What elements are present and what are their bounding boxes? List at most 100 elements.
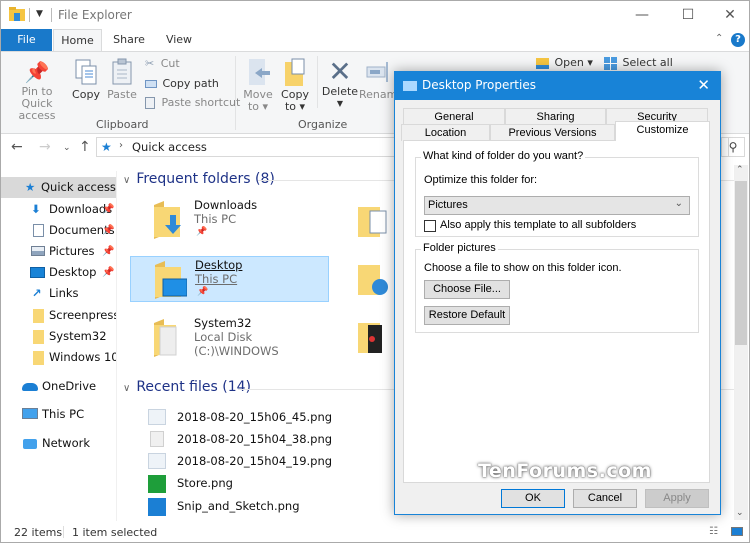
move-to-icon bbox=[249, 59, 270, 85]
delete-button[interactable]: ✕ Delete ▼ bbox=[321, 58, 359, 110]
ribbon-tabs: File Home Share View bbox=[1, 29, 749, 51]
open-folder-icon bbox=[536, 57, 549, 69]
sidebar-item-this-pc[interactable]: This PC bbox=[1, 404, 116, 425]
dialog-close-button[interactable]: ✕ bbox=[697, 76, 710, 94]
sidebar-item-system32[interactable]: System32 bbox=[1, 326, 116, 347]
optimize-label: Optimize this folder for: bbox=[424, 174, 538, 186]
tab-sharing[interactable]: Sharing bbox=[505, 108, 606, 125]
delete-icon: ✕ bbox=[328, 55, 352, 88]
sidebar-item-links[interactable]: ↗ Links bbox=[1, 283, 116, 304]
frequent-folder-system32[interactable]: System32 Local Disk (C:)\WINDOWS bbox=[130, 315, 329, 361]
sidebar-item-desktop[interactable]: Desktop 📌 bbox=[1, 262, 116, 283]
frequent-folder-desktop[interactable]: Desktop This PC 📌 bbox=[130, 256, 329, 302]
pin-to-quick-access-button[interactable]: 📌 Pin to Quick access bbox=[5, 58, 69, 122]
minimize-button[interactable]: — bbox=[619, 1, 665, 29]
search-icon[interactable]: ⚲ bbox=[721, 137, 745, 157]
cut-button[interactable]: ✂ Cut bbox=[145, 57, 180, 70]
separator bbox=[51, 8, 52, 22]
back-button[interactable]: ← bbox=[11, 139, 23, 155]
recent-locations-button[interactable]: ⌄ bbox=[63, 143, 71, 153]
folder-icon[interactable] bbox=[358, 319, 388, 355]
copy-button[interactable]: Copy bbox=[69, 58, 103, 101]
forward-button[interactable]: → bbox=[39, 139, 51, 155]
documents-folder-icon[interactable] bbox=[358, 203, 388, 239]
apply-subfolders-checkbox[interactable] bbox=[424, 220, 436, 232]
folder-type-group: What kind of folder do you want? Optimiz… bbox=[415, 150, 699, 237]
scroll-down-icon[interactable]: ⌄ bbox=[736, 508, 744, 518]
tab-share[interactable]: Share bbox=[107, 29, 151, 51]
sidebar-item-network[interactable]: Network bbox=[1, 433, 116, 454]
ok-button[interactable]: OK bbox=[501, 489, 565, 508]
vertical-scrollbar[interactable]: ⌃ ⌄ bbox=[734, 165, 748, 520]
group-separator bbox=[235, 56, 236, 130]
restore-default-button[interactable]: Restore Default bbox=[424, 306, 510, 325]
links-folder-icon[interactable] bbox=[358, 261, 388, 297]
large-icons-view-icon[interactable] bbox=[731, 527, 743, 536]
star-icon: ★ bbox=[25, 180, 36, 194]
recent-file[interactable]: 2018-08-20_15h04_19.png bbox=[148, 451, 398, 472]
window-title: File Explorer bbox=[58, 8, 132, 22]
desktop-icon bbox=[403, 81, 417, 91]
tab-general[interactable]: General bbox=[403, 108, 505, 125]
recent-file[interactable]: Store.png bbox=[148, 473, 398, 494]
tab-customize[interactable]: Customize bbox=[615, 121, 710, 141]
copy-path-button[interactable]: Copy path bbox=[145, 77, 219, 90]
pin-icon: 📌 bbox=[102, 225, 115, 236]
copy-to-button[interactable]: Copy to ▾ bbox=[278, 58, 312, 113]
apply-button[interactable]: Apply bbox=[645, 489, 709, 508]
snip-and-sketch-icon bbox=[148, 498, 166, 516]
maximize-button[interactable]: ☐ bbox=[665, 1, 711, 29]
close-button[interactable]: ✕ bbox=[707, 1, 750, 29]
paste-shortcut-icon bbox=[145, 97, 155, 109]
cancel-button[interactable]: Cancel bbox=[573, 489, 637, 508]
pictures-icon bbox=[31, 246, 45, 256]
sidebar-item-onedrive[interactable]: OneDrive bbox=[1, 376, 116, 397]
optimize-folder-dropdown[interactable]: Pictures ⌄ bbox=[424, 196, 690, 215]
frequent-folder-downloads[interactable]: Downloads This PC 📌 bbox=[130, 197, 329, 243]
customize-panel: What kind of folder do you want? Optimiz… bbox=[403, 140, 710, 483]
breadcrumb-quick-access[interactable]: Quick access bbox=[132, 140, 207, 154]
link-icon: ↗ bbox=[32, 286, 42, 300]
tab-file[interactable]: File bbox=[1, 29, 52, 51]
paste-shortcut-button[interactable]: Paste shortcut bbox=[145, 96, 240, 109]
sidebar-item-documents[interactable]: Documents 📌 bbox=[1, 220, 116, 241]
apply-subfolders-label[interactable]: Also apply this template to all subfolde… bbox=[440, 219, 636, 231]
paste-icon bbox=[112, 58, 132, 85]
sidebar-item-windows-10[interactable]: Windows 10 P bbox=[1, 347, 116, 368]
help-icon[interactable]: ? bbox=[731, 33, 745, 47]
tab-view[interactable]: View bbox=[157, 29, 201, 51]
details-view-icon[interactable]: ☷ bbox=[709, 526, 718, 537]
recent-file[interactable]: 2018-08-20_15h04_38.png bbox=[148, 429, 398, 450]
scrollbar-thumb[interactable] bbox=[735, 181, 747, 345]
dialog-title: Desktop Properties bbox=[422, 78, 536, 92]
sidebar-item-pictures[interactable]: Pictures 📌 bbox=[1, 241, 116, 262]
frequent-folders-header[interactable]: ∨ Frequent folders (8) bbox=[123, 171, 275, 187]
cloud-icon bbox=[22, 383, 38, 391]
paste-button[interactable]: Paste bbox=[105, 58, 139, 101]
collapse-ribbon-icon[interactable]: ⌃ bbox=[715, 33, 723, 44]
tab-home[interactable]: Home bbox=[53, 29, 102, 51]
scissors-icon: ✂ bbox=[145, 57, 155, 70]
pin-icon: 📌 bbox=[102, 267, 115, 278]
quick-access-toolbar-dropdown[interactable]: ▼ bbox=[36, 9, 43, 19]
folder-icon bbox=[33, 351, 44, 365]
choose-file-button[interactable]: Choose File... bbox=[424, 280, 510, 299]
rename-button[interactable]: Rename bbox=[359, 58, 404, 101]
scroll-up-icon[interactable]: ⌃ bbox=[736, 165, 744, 175]
tab-location[interactable]: Location bbox=[401, 124, 490, 141]
open-button[interactable]: Open ▾ bbox=[536, 56, 593, 69]
chevron-down-icon: ∨ bbox=[123, 383, 131, 394]
tab-previous-versions[interactable]: Previous Versions bbox=[490, 124, 615, 141]
select-all-button[interactable]: Select all bbox=[604, 56, 673, 70]
pin-icon: 📌 bbox=[196, 227, 208, 237]
recent-file[interactable]: Snip_and_Sketch.png bbox=[148, 496, 398, 517]
move-to-button[interactable]: Move to ▾ bbox=[241, 58, 275, 113]
recent-file[interactable]: 2018-08-20_15h06_45.png bbox=[148, 407, 398, 428]
sidebar-item-quick-access[interactable]: ★ Quick access bbox=[1, 177, 116, 198]
recent-files-header[interactable]: ∨ Recent files (14) bbox=[123, 379, 251, 395]
up-button[interactable]: ↑ bbox=[79, 139, 91, 155]
sidebar-item-screenpresso[interactable]: Screenpresso bbox=[1, 305, 116, 326]
sidebar-item-downloads[interactable]: ⬇ Downloads 📌 bbox=[1, 199, 116, 220]
folder-icon bbox=[33, 330, 44, 344]
desktop-folder-icon bbox=[155, 261, 187, 299]
